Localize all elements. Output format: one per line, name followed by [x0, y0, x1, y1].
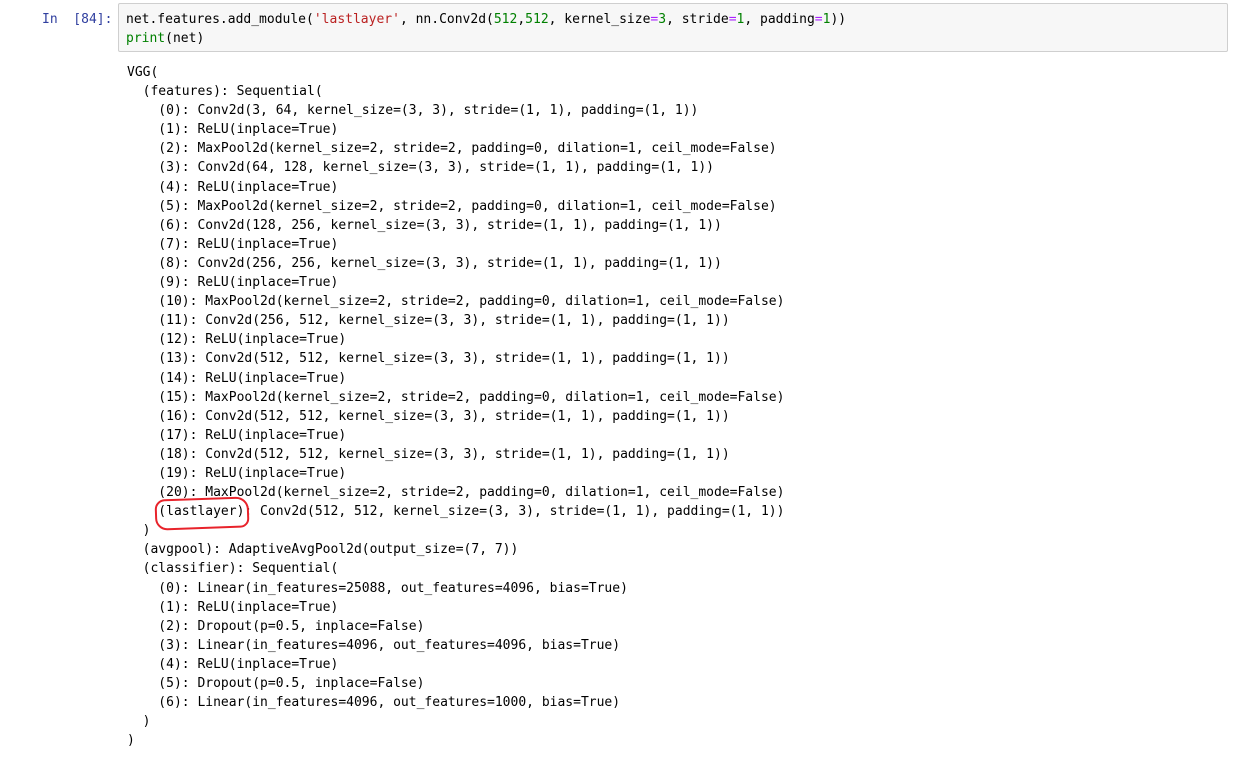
output-line: (14): ReLU(inplace=True): [127, 370, 347, 386]
code-token: net.features.add_module(: [126, 12, 314, 27]
code-operator: =: [814, 12, 823, 27]
output-line: (3): Linear(in_features=4096, out_featur…: [127, 637, 621, 653]
red-circle-annotation: [154, 496, 250, 531]
code-string-literal: 'lastlayer': [313, 12, 400, 27]
output-line: (1): ReLU(inplace=True): [127, 122, 339, 138]
output-line: (classifier): Sequential(: [127, 561, 339, 577]
code-number: 512: [525, 12, 549, 27]
output-line: (2): MaxPool2d(kernel_size=2, stride=2, …: [127, 141, 777, 157]
code-token: , stride: [666, 12, 729, 27]
code-number: 3: [658, 12, 667, 27]
output-line: (12): ReLU(inplace=True): [127, 332, 347, 348]
code-token: )): [830, 12, 847, 27]
output-line: ): [127, 733, 135, 749]
output-line: ): [127, 714, 151, 730]
output-line: (18): Conv2d(512, 512, kernel_size=(3, 3…: [127, 446, 730, 462]
code-token: ,: [517, 12, 526, 27]
output-line: VGG(: [127, 65, 159, 80]
cell-prompt: In [84]:: [42, 12, 113, 27]
code-keyword: print: [126, 31, 166, 46]
output-line: (3): Conv2d(64, 128, kernel_size=(3, 3),…: [127, 160, 714, 176]
output-line: (10): MaxPool2d(kernel_size=2, stride=2,…: [127, 294, 785, 310]
output-line: (17): ReLU(inplace=True): [127, 427, 347, 443]
output-line-lastlayer: (lastlayer): Conv2d(512, 512, kernel_siz…: [127, 504, 785, 520]
code-token: , kernel_size: [548, 12, 651, 27]
code-token: (net): [165, 31, 205, 46]
output-line: (4): ReLU(inplace=True): [127, 179, 339, 195]
output-line: (20): MaxPool2d(kernel_size=2, stride=2,…: [127, 485, 785, 501]
output-line: (5): Dropout(p=0.5, inplace=False): [127, 676, 425, 691]
output-line: (9): ReLU(inplace=True): [127, 275, 339, 291]
output-line: (11): Conv2d(256, 512, kernel_size=(3, 3…: [127, 313, 730, 329]
cell-output: VGG( (features): Sequential( (0): Conv2d…: [127, 63, 1227, 750]
code-operator: =: [728, 12, 737, 27]
output-line: (avgpool): AdaptiveAvgPool2d(output_size…: [127, 542, 519, 558]
output-line: (1): ReLU(inplace=True): [127, 599, 339, 615]
output-line: (5): MaxPool2d(kernel_size=2, stride=2, …: [127, 198, 777, 214]
output-line: (15): MaxPool2d(kernel_size=2, stride=2,…: [127, 389, 785, 405]
code-cell-input[interactable]: net.features.add_module('lastlayer', nn.…: [118, 3, 1228, 52]
output-line: (features): Sequential(: [127, 84, 323, 100]
output-line: (13): Conv2d(512, 512, kernel_size=(3, 3…: [127, 351, 730, 367]
code-token: , nn.Conv2d(: [399, 12, 494, 27]
output-line: (0): Linear(in_features=25088, out_featu…: [127, 580, 628, 596]
output-line: (19): ReLU(inplace=True): [127, 465, 347, 481]
output-line: (0): Conv2d(3, 64, kernel_size=(3, 3), s…: [127, 103, 699, 119]
code-line-2: print(net): [126, 29, 1227, 48]
output-line: (7): ReLU(inplace=True): [127, 236, 339, 252]
output-line: ): [127, 523, 151, 539]
output-line: (2): Dropout(p=0.5, inplace=False): [127, 618, 425, 634]
output-line: (6): Conv2d(128, 256, kernel_size=(3, 3)…: [127, 217, 722, 233]
code-number: 512: [493, 12, 518, 27]
code-token: , padding: [744, 12, 815, 27]
code-line-1: net.features.add_module('lastlayer', nn.…: [126, 10, 1227, 29]
output-line: (16): Conv2d(512, 512, kernel_size=(3, 3…: [127, 408, 730, 424]
output-line: (6): Linear(in_features=4096, out_featur…: [127, 695, 621, 711]
output-line: (8): Conv2d(256, 256, kernel_size=(3, 3)…: [127, 255, 722, 271]
output-line: (4): ReLU(inplace=True): [127, 656, 339, 672]
